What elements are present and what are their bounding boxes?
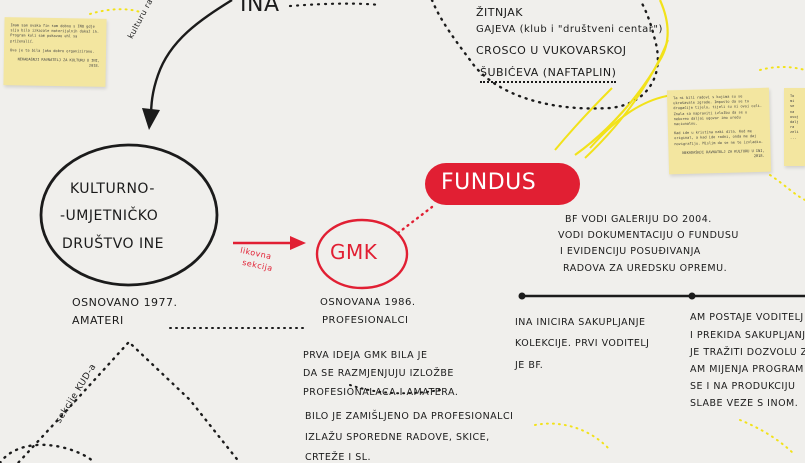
gmk-text-5: IZLAŽU SPOREDNE RADOVE, SKICE, (305, 432, 490, 443)
note-left-p1: Imam sam ovaka fin sam dobno s INO gdje … (10, 23, 100, 44)
gmk-text-4: BILO JE ZAMIŠLJENO DA PROFESIONALCI (305, 411, 514, 422)
ina-dotted-line (288, 2, 382, 8)
gmk-text-3: PROFESIONALACA I AMATERA. (303, 387, 459, 398)
sticky-note-edge: To mi se na ovoj dalj ra zeli ... (784, 88, 805, 166)
gmk-text-6: CRTEŽE I SL. (305, 452, 372, 463)
ina-arrow-curve (149, 0, 233, 119)
right-text-4: AM MIJENJA PROGRAM (690, 364, 804, 375)
location-2: GAJEVA (klub i "društveni centar") (476, 24, 663, 35)
note-right-signature: NEKADAŠNJI RAVNATELJ ZA KULTURU U INI, 2… (682, 148, 765, 159)
note-edge-p1: To mi se na ovoj dalj ra zeli ... (790, 94, 799, 140)
kud-line-2: -UMJETNIČKO (60, 208, 159, 224)
fundus-text-3: I EVIDENCIJU POSUĐIVANJA (560, 246, 701, 257)
note-left-p2: Ova je ta bila jako dobro organizirano. (9, 48, 95, 54)
gmk-status: PROFESIONALCI (322, 315, 409, 326)
kud-founded: OSNOVANO 1977. (72, 296, 178, 309)
fundus-title: FUNDUS (441, 170, 537, 195)
ina-text-2: KOLEKCIJE. PRVI VODITELJ (515, 338, 650, 349)
right-text-2: I PREKIDA SAKUPLJANJE K (690, 330, 805, 341)
red-arrow-head (290, 236, 306, 250)
gmk-title: GMK (330, 240, 378, 264)
ina-text-1: INA INICIRA SAKUPLJANJE (515, 317, 646, 328)
fundus-text-1: BF VODI GALERIJU DO 2004. (565, 214, 712, 225)
wall-diagram: Imam sam ovaka fin sam dobno s INO gdje … (0, 0, 805, 463)
kud-status: AMATERI (72, 314, 124, 327)
fundus-text-4: RADOVA ZA UREDSKU OPREMU. (563, 263, 728, 274)
fundus-text-2: VODI DOKUMENTACIJU O FUNDUSU (558, 230, 739, 241)
location-4: ŠUBIĆEVA (NAFTAPLIN) (480, 66, 617, 83)
note-right-p1: Ta ni bili radovi s kojima su se ukrašav… (673, 94, 763, 127)
location-3: CROSCO U VUKOVARSKOJ (476, 44, 627, 57)
location-1: ŽITNJAK (476, 6, 524, 19)
note-left-signature: NEKADAŠNJI RAVNATELJ ZA KULTURU U INI, 2… (17, 57, 100, 69)
sekcije-dotted-right (130, 343, 242, 463)
gmk-text-2: DA SE RAZMJENJUJU IZLOŽBE (303, 368, 454, 379)
gmk-text-1: PRVA IDEJA GMK BILA JE (303, 350, 428, 361)
right-text-3: JE TRAŽITI DOZVOLU ZA (690, 347, 805, 358)
note-right-p2: Kad ide u kristina naki dila. Kod me ori… (673, 129, 764, 146)
ina-arrow-head (142, 108, 160, 130)
gmk-founded: OSNOVANA 1986. (320, 297, 416, 308)
right-text-1: AM POSTAJE VODITELJ (690, 312, 804, 323)
kud-line-3: DRUŠTVO INE (62, 236, 164, 252)
ina-heading: INA (240, 0, 280, 17)
right-text-6: SLABE VEZE S INOM. (690, 398, 799, 409)
kud-line-1: KULTURNO- (70, 181, 155, 197)
gmk-fundus-link (396, 205, 434, 235)
sticky-note-right: Ta ni bili radovi s kojima su se ukrašav… (666, 87, 772, 175)
right-text-5: SE I NA PRODUKCIJU (690, 381, 796, 392)
ina-text-3: JE BF. (515, 360, 544, 371)
sticky-note-left: Imam sam ovaka fin sam dobno s INO gdje … (3, 17, 107, 87)
